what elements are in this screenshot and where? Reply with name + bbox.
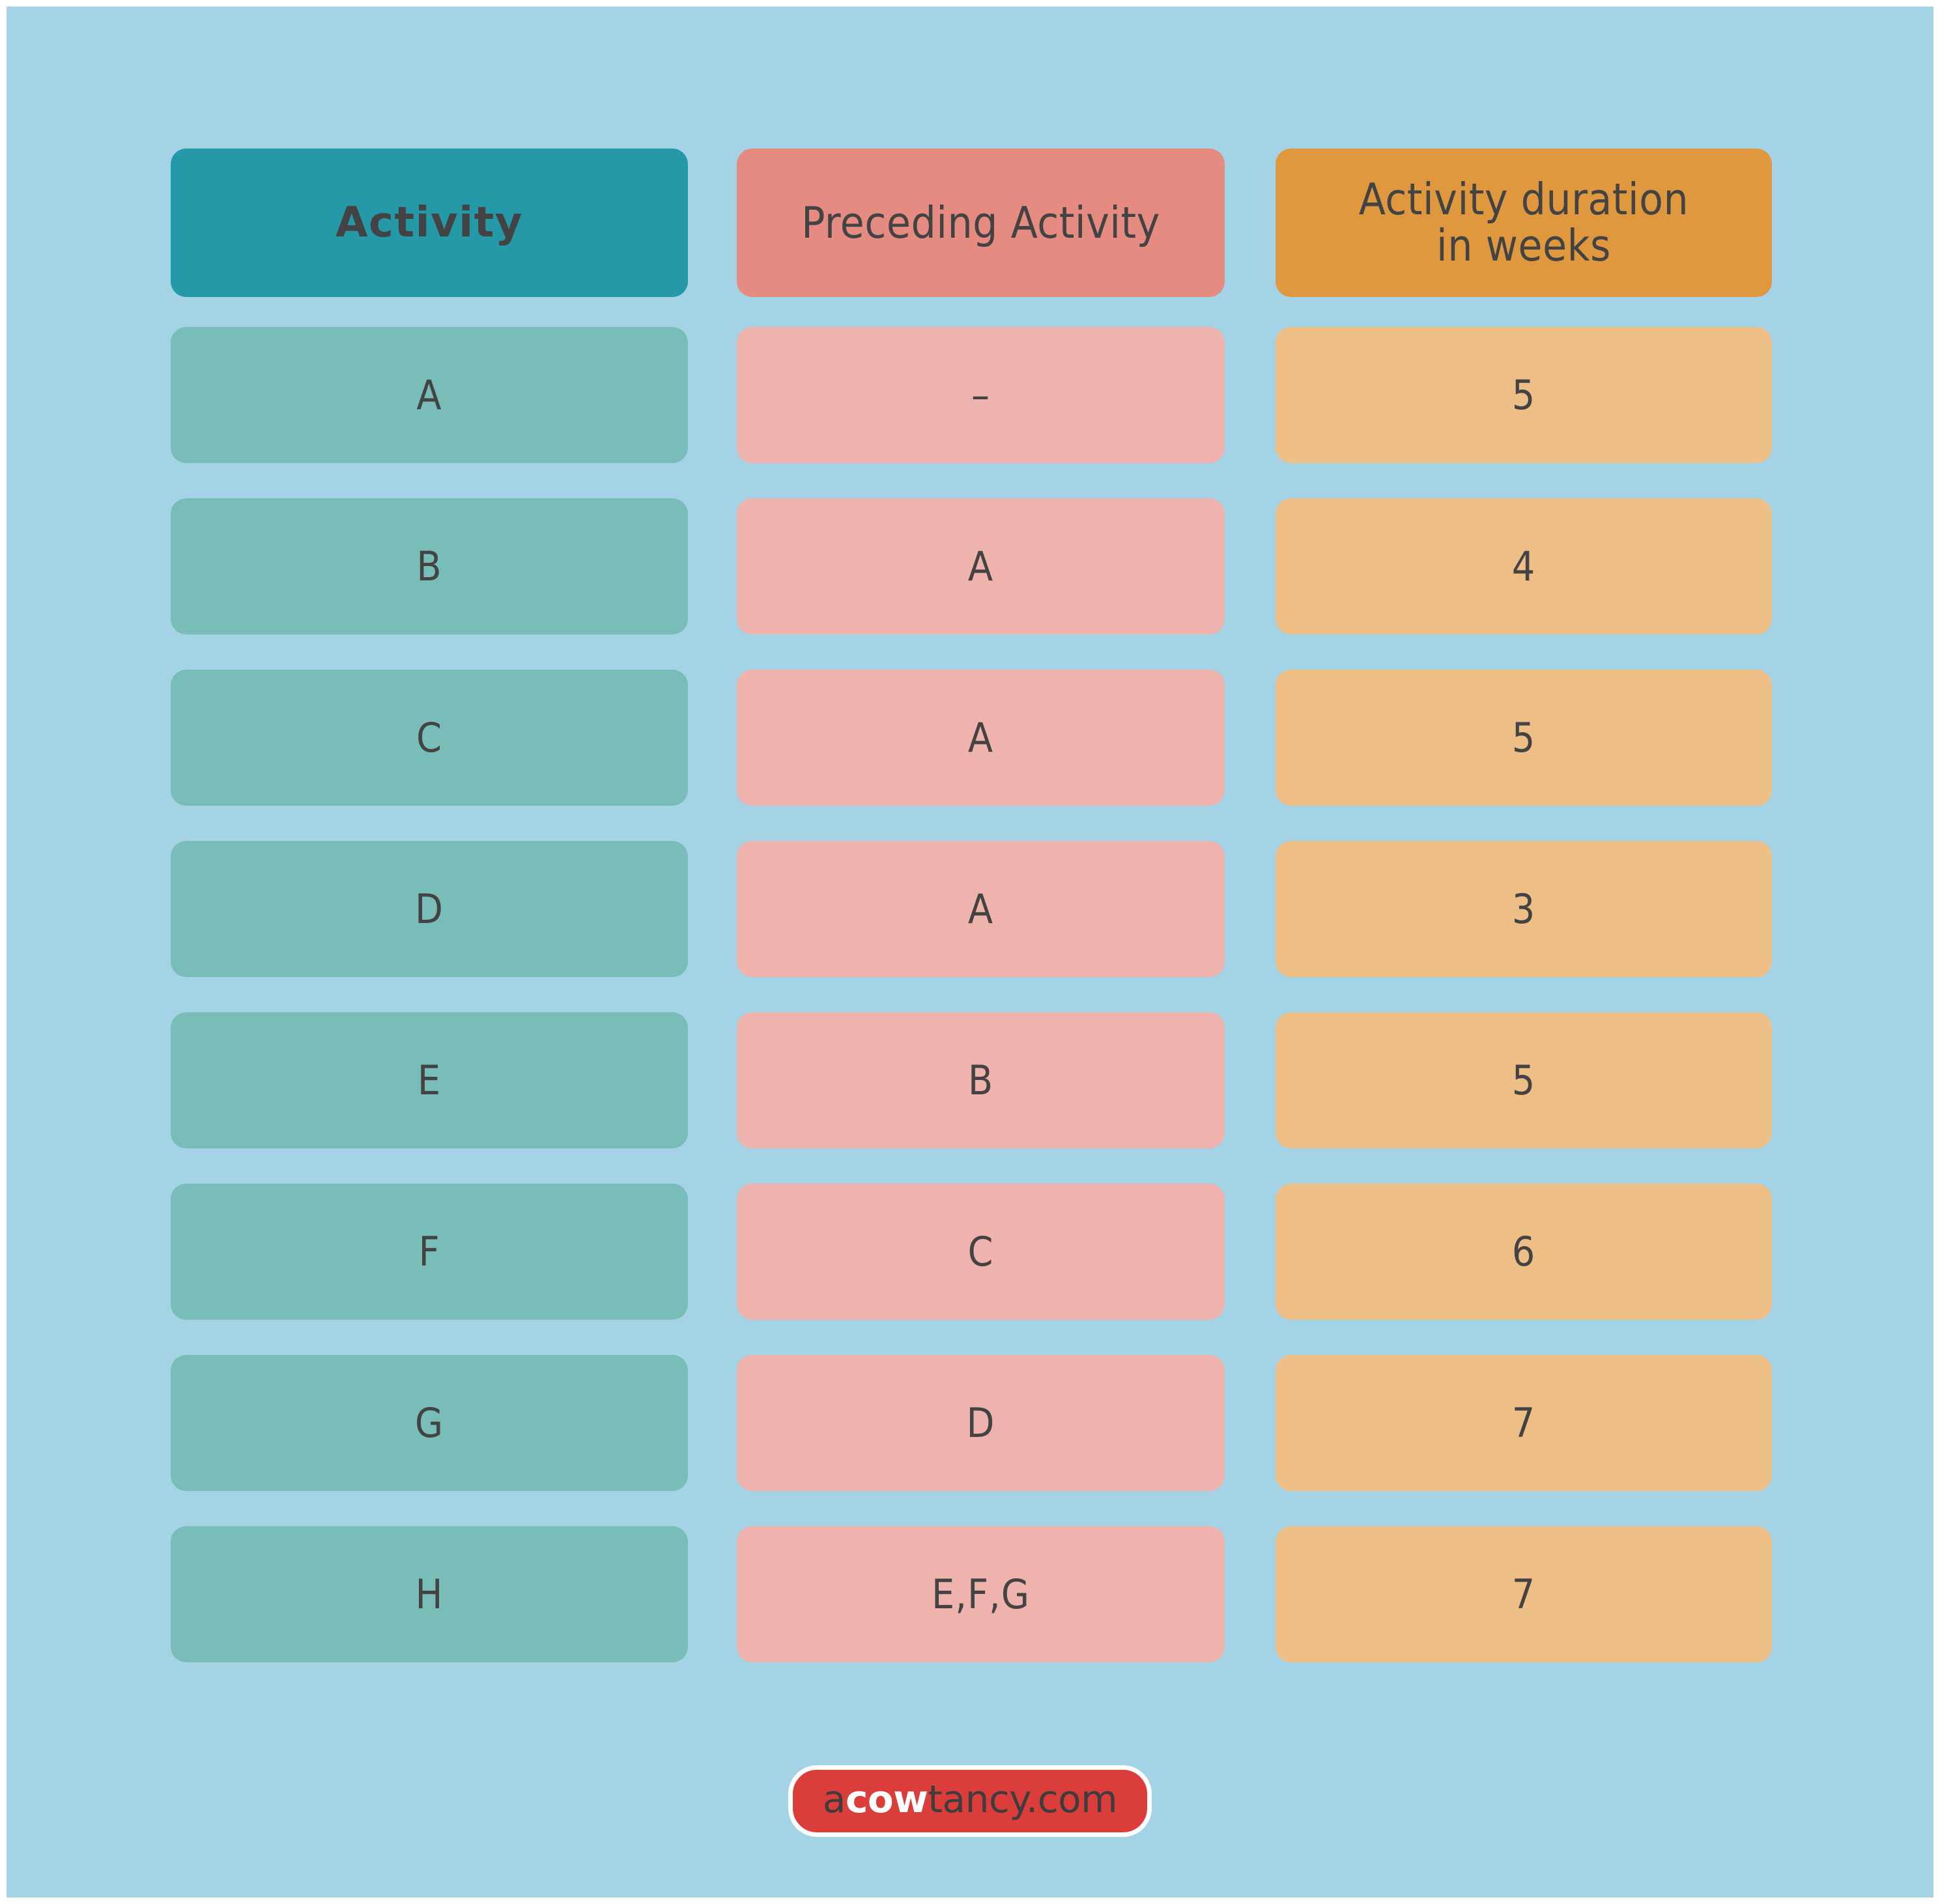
- cell-gap: [688, 498, 737, 634]
- cell-gap: [1225, 670, 1276, 806]
- acowtancy-logo[interactable]: acowtancy.com: [788, 1765, 1152, 1837]
- table-row-duration: 7: [1276, 1355, 1772, 1491]
- cell-gap: [688, 1526, 737, 1662]
- table-row-preceding: A: [737, 498, 1225, 634]
- logo-container: acowtancy.com: [7, 1765, 1933, 1837]
- duration-header-line-2: in weeks: [1436, 220, 1611, 271]
- table-row-activity: B: [171, 498, 688, 634]
- column-header-activity-duration: Activity duration in weeks: [1276, 149, 1772, 297]
- column-header-preceding-activity: Preceding Activity: [737, 149, 1225, 297]
- column-gap-2: [1225, 149, 1276, 297]
- logo-suffix: tancy.com: [928, 1777, 1118, 1821]
- activity-table: Activity Preceding Activity Activity dur…: [171, 149, 1772, 1662]
- table-row-preceding: –: [737, 327, 1225, 463]
- cell-gap: [1225, 841, 1276, 977]
- cell-gap: [688, 332, 737, 463]
- cell-gap: [688, 841, 737, 977]
- table-row-preceding: C: [737, 1184, 1225, 1320]
- table-row-duration: 6: [1276, 1184, 1772, 1320]
- duration-header-line-1: Activity duration: [1358, 173, 1689, 225]
- poster-canvas: Activity Preceding Activity Activity dur…: [7, 7, 1933, 1897]
- table-row-activity: C: [171, 670, 688, 806]
- cell-gap: [1225, 1184, 1276, 1320]
- table-row-duration: 5: [1276, 327, 1772, 463]
- table-row-activity: F: [171, 1184, 688, 1320]
- column-gap-1: [688, 149, 737, 297]
- table-row-activity: D: [171, 841, 688, 977]
- table-row-duration: 4: [1276, 498, 1772, 634]
- logo-prefix: a: [822, 1777, 846, 1821]
- table-row-duration: 3: [1276, 841, 1772, 977]
- table-row-preceding: D: [737, 1355, 1225, 1491]
- cell-gap: [1225, 332, 1276, 463]
- logo-highlight: cow: [845, 1777, 928, 1821]
- table-row-duration: 5: [1276, 670, 1772, 806]
- cell-gap: [1225, 498, 1276, 634]
- table-row-duration: 7: [1276, 1526, 1772, 1662]
- table-row-activity: G: [171, 1355, 688, 1491]
- table-row-activity: H: [171, 1526, 688, 1662]
- table-row-preceding: B: [737, 1012, 1225, 1148]
- table-row-preceding: A: [737, 841, 1225, 977]
- table-row-duration: 5: [1276, 1012, 1772, 1148]
- table-row-preceding: A: [737, 670, 1225, 806]
- table-row-activity: A: [171, 327, 688, 463]
- cell-gap: [688, 1355, 737, 1491]
- table-row-activity: E: [171, 1012, 688, 1148]
- cell-gap: [688, 1012, 737, 1148]
- cell-gap: [1225, 1355, 1276, 1491]
- cell-gap: [688, 670, 737, 806]
- table-row-preceding: E,F,G: [737, 1526, 1225, 1662]
- cell-gap: [1225, 1012, 1276, 1148]
- cell-gap: [1225, 1526, 1276, 1662]
- column-header-activity: Activity: [171, 149, 688, 297]
- cell-gap: [688, 1184, 737, 1320]
